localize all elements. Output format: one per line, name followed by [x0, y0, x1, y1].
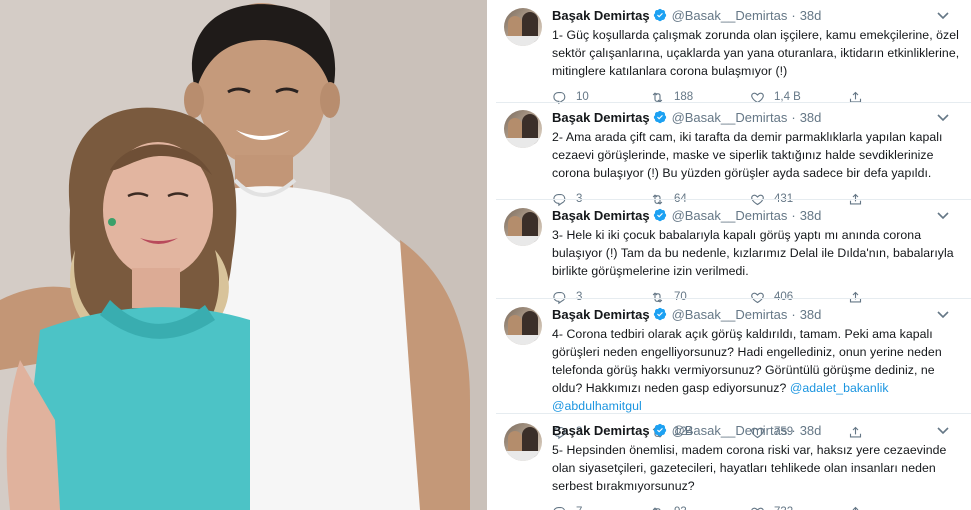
reply-icon	[553, 506, 566, 510]
chevron-down-icon[interactable]	[937, 12, 949, 20]
avatar[interactable]	[504, 8, 542, 46]
verified-badge-icon	[653, 110, 666, 124]
share-icon	[852, 506, 859, 510]
author-handle[interactable]: @Basak__Demirtas	[672, 307, 788, 322]
retweet-icon	[652, 506, 661, 510]
avatar[interactable]	[504, 307, 542, 345]
share-button[interactable]	[848, 505, 872, 510]
chevron-down-icon[interactable]	[937, 114, 949, 122]
retweet-count: 93	[674, 506, 687, 510]
verified-badge-icon	[653, 8, 666, 22]
verified-badge-icon	[653, 307, 666, 321]
author-handle[interactable]: @Basak__Demirtas	[672, 110, 788, 125]
tweet-header: Başak Demirtaş @Basak__Demirtas · 38d	[552, 422, 822, 438]
author-name[interactable]: Başak Demirtaş	[552, 208, 650, 223]
tweet-header: Başak Demirtaş @Basak__Demirtas · 38d	[552, 306, 822, 322]
verified-badge-icon	[653, 208, 666, 222]
chevron-down-icon[interactable]	[937, 311, 949, 319]
tweet-actions: 7 93 732	[552, 501, 961, 510]
reply-count: 7	[576, 506, 582, 510]
tweet-5[interactable]: Başak Demirtaş @Basak__Demirtas · 38d 5-…	[496, 413, 971, 510]
retweet-button[interactable]: 93	[650, 505, 750, 510]
avatar[interactable]	[504, 423, 542, 461]
tweet-1[interactable]: Başak Demirtaş @Basak__Demirtas · 38d 1-…	[496, 4, 971, 108]
tweet-time[interactable]: 38d	[800, 110, 822, 125]
author-name[interactable]: Başak Demirtaş	[552, 110, 650, 125]
tweet-text: 1- Güç koşullarda çalışmak zorunda olan …	[552, 28, 960, 78]
avatar[interactable]	[504, 208, 542, 246]
chevron-down-icon[interactable]	[937, 427, 949, 435]
author-handle[interactable]: @Basak__Demirtas	[672, 423, 788, 438]
tweet-2[interactable]: Başak Demirtaş @Basak__Demirtas · 38d 2-…	[496, 102, 971, 210]
author-name[interactable]: Başak Demirtaş	[552, 8, 650, 23]
chevron-down-icon[interactable]	[937, 212, 949, 220]
tweet-thread: Başak Demirtaş @Basak__Demirtas · 38d 1-…	[496, 0, 971, 510]
author-handle[interactable]: @Basak__Demirtas	[672, 208, 788, 223]
tweet-text: 3- Hele ki iki çocuk babalarıyla kapalı …	[552, 228, 954, 278]
tweet-header: Başak Demirtaş @Basak__Demirtas · 38d	[552, 207, 822, 223]
author-name[interactable]: Başak Demirtaş	[552, 423, 650, 438]
like-count: 732	[774, 506, 793, 510]
author-handle[interactable]: @Basak__Demirtas	[672, 8, 788, 23]
tweet-header: Başak Demirtaş @Basak__Demirtas · 38d	[552, 7, 822, 23]
tweet-text: 5- Hepsinden önemlisi, madem corona risk…	[552, 443, 947, 493]
tweet-time[interactable]: 38d	[800, 307, 822, 322]
tweet-time[interactable]: 38d	[800, 208, 822, 223]
reply-button[interactable]: 7	[552, 505, 650, 510]
tweet-header: Başak Demirtaş @Basak__Demirtas · 38d	[552, 109, 822, 125]
tweet-text: 4- Corona tedbiri olarak açık görüş kald…	[552, 325, 961, 415]
avatar[interactable]	[504, 110, 542, 148]
verified-badge-icon	[653, 423, 666, 437]
tweet-3[interactable]: Başak Demirtaş @Basak__Demirtas · 38d 3-…	[496, 199, 971, 308]
tweet-text: 2- Ama arada çift cam, iki tarafta da de…	[552, 130, 943, 180]
couple-photo-illustration	[0, 0, 487, 510]
tweet-time[interactable]: 38d	[800, 8, 822, 23]
like-button[interactable]: 732	[750, 505, 848, 510]
author-name[interactable]: Başak Demirtaş	[552, 307, 650, 322]
heart-icon	[751, 507, 764, 510]
couple-photo	[0, 0, 487, 510]
tweet-time[interactable]: 38d	[800, 423, 822, 438]
